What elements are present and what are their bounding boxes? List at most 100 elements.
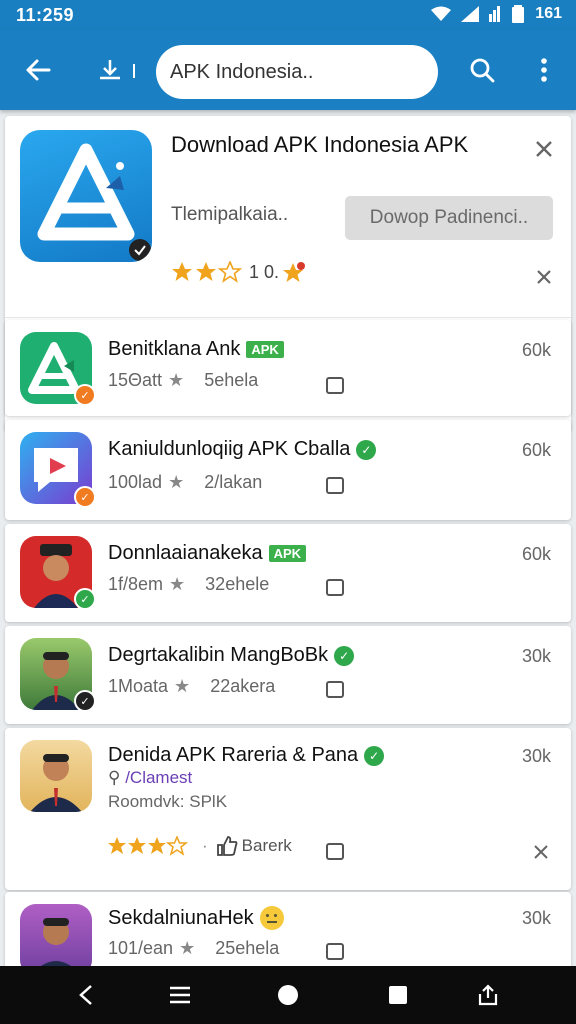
- app-size: 60k: [521, 544, 551, 564]
- check-badge-icon: ✓: [74, 690, 96, 712]
- close-icon: [534, 845, 548, 859]
- status-icons: 161: [431, 5, 562, 23]
- app-size: 60k: [521, 340, 551, 360]
- featured-rating-text: 1 0.: [249, 261, 280, 282]
- developer-link[interactable]: ⚲ /Clamest: [108, 768, 192, 788]
- app-meta: 100lad ★ 2/lakan: [108, 472, 263, 492]
- app-size: 60k: [521, 440, 551, 460]
- list-item[interactable]: ✓ Benitklana Ank APK 15Θatt ★ 5ehela 60k: [5, 320, 571, 416]
- close-icon: [536, 141, 552, 157]
- featured-rating: 1 0.: [171, 261, 307, 283]
- nav-back-button[interactable]: [66, 975, 106, 1015]
- star-icon: ★: [169, 574, 186, 594]
- bookmark-icon: [326, 579, 344, 596]
- link-icon: ⚲: [108, 768, 121, 787]
- check-badge-icon: ✓: [74, 384, 96, 406]
- search-input[interactable]: APK Indonesia..: [156, 45, 438, 99]
- star-icon: ★: [179, 938, 196, 958]
- verified-icon: ✓: [356, 439, 377, 460]
- app-icon: [20, 740, 92, 812]
- star-icon: ★: [168, 370, 185, 390]
- app-name: Degrtakalibin MangBoBk ✓: [108, 644, 355, 667]
- app-size: 30k: [521, 746, 551, 766]
- featured-app-title: Download APK Indonesia APK: [171, 132, 469, 157]
- more-vert-icon: [541, 58, 547, 82]
- bookmark-icon: [326, 477, 344, 494]
- menu-icon: [170, 986, 190, 1004]
- divider: [5, 317, 571, 318]
- bookmark-icon: [326, 943, 344, 960]
- search-icon: [470, 58, 495, 83]
- list-item[interactable]: Denida APK Rareria & Pana ✓ ⚲ /Clamest R…: [5, 728, 571, 890]
- battery-icon: [512, 5, 525, 23]
- app-name: SekdalniunaHek: [108, 906, 284, 930]
- signal-bars-icon: [489, 6, 501, 22]
- app-bar: APK Indonesia..: [0, 30, 576, 110]
- dismiss-button[interactable]: [531, 842, 551, 862]
- star-badge-icon: [283, 262, 306, 282]
- download-manager-button[interactable]: [98, 56, 142, 86]
- app-meta: 15Θatt ★ 5ehela: [108, 370, 259, 390]
- download-button[interactable]: Dowop Padinenci..: [345, 196, 553, 240]
- status-bar: 11:259 161: [0, 0, 576, 30]
- apk-tag: APK: [246, 341, 284, 358]
- bookmark-button[interactable]: [323, 474, 347, 498]
- dismiss-rating-button[interactable]: [529, 262, 559, 292]
- bookmark-button[interactable]: [323, 940, 347, 964]
- square-icon: [389, 986, 407, 1004]
- verified-icon: ✓: [334, 645, 355, 666]
- app-description: Roomdvk: SPlK: [108, 792, 228, 811]
- bookmark-button[interactable]: [323, 374, 347, 398]
- list-item[interactable]: SekdalniunaHek 101/ean ★ 25ehela 30k: [5, 892, 571, 976]
- featured-app-icon: [20, 130, 152, 262]
- signal-icon: [461, 6, 480, 22]
- star-icon: ★: [174, 676, 191, 696]
- bookmark-button[interactable]: [323, 678, 347, 702]
- check-badge-icon: ✓: [74, 486, 96, 508]
- app-actions: · Barerk: [108, 836, 292, 856]
- search-input-text: APK Indonesia..: [170, 60, 314, 83]
- battery-text: 161: [535, 5, 562, 22]
- apk-tag: APK: [268, 545, 307, 562]
- app-size: 30k: [521, 646, 551, 666]
- bookmark-icon: [326, 681, 344, 698]
- app-name: Denida APK Rareria & Pana ✓: [108, 744, 385, 767]
- nav-share-button[interactable]: [468, 975, 508, 1015]
- check-badge-icon: ✓: [74, 588, 96, 610]
- app-name: Kaniuldunloqiig APK Cballa ✓: [108, 438, 377, 461]
- bookmark-button[interactable]: [323, 576, 347, 600]
- download-icon: [100, 60, 135, 80]
- star-rating-icon: [172, 261, 243, 283]
- dismiss-button[interactable]: [529, 134, 559, 164]
- nav-recents-button[interactable]: [378, 975, 418, 1015]
- bookmark-button[interactable]: [323, 840, 347, 864]
- nav-menu-button[interactable]: [160, 975, 200, 1015]
- chevron-left-icon: [79, 985, 92, 1005]
- home-circle-icon: [278, 985, 298, 1005]
- like-button[interactable]: Barerk: [216, 836, 292, 856]
- star-icon: ★: [168, 472, 185, 492]
- app-meta: 1Moata ★ 22akera: [108, 676, 276, 696]
- app-name: Benitklana Ank APK: [108, 338, 284, 361]
- close-icon: [537, 270, 551, 284]
- thumbs-up-icon: [216, 836, 238, 856]
- wifi-icon: [431, 6, 452, 21]
- list-item[interactable]: ✓ Donnlaaianakeka APK 1f/8em ★ 32ehele 6…: [5, 524, 571, 622]
- emoji-icon: [259, 906, 284, 930]
- back-button[interactable]: [16, 48, 60, 92]
- share-icon: [478, 984, 498, 1006]
- list-item[interactable]: ✓ Degrtakalibin MangBoBk ✓ 1Moata ★ 22ak…: [5, 626, 571, 724]
- app-meta: 1f/8em ★ 32ehele: [108, 574, 270, 594]
- status-time: 11:259: [16, 5, 75, 25]
- app-name: Donnlaaianakeka APK: [108, 542, 307, 565]
- arrow-left-icon: [26, 59, 51, 81]
- bookmark-icon: [326, 843, 344, 860]
- nav-home-button[interactable]: [268, 975, 308, 1015]
- app-size: 30k: [521, 908, 551, 928]
- featured-app-subtitle: Tlemipalkaia..: [171, 204, 289, 225]
- app-meta: 101/ean ★ 25ehela: [108, 938, 280, 958]
- verified-icon: ✓: [364, 745, 385, 766]
- list-item[interactable]: ✓ Kaniuldunloqiig APK Cballa ✓ 100lad ★ …: [5, 420, 571, 520]
- search-button[interactable]: [460, 48, 504, 92]
- overflow-menu-button[interactable]: [524, 48, 564, 92]
